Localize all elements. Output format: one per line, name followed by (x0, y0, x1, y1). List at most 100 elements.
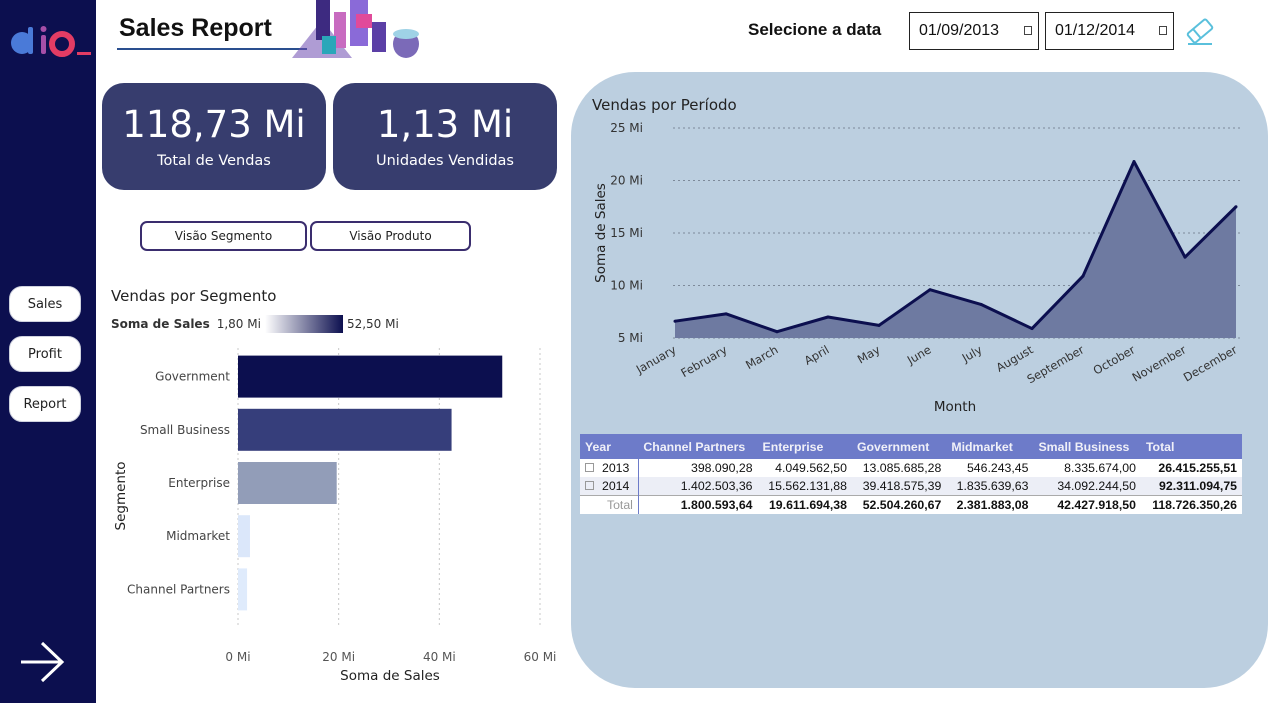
row-total-cell: 26.415.255,51 (1140, 459, 1242, 477)
y-tick-label: 15 Mi (610, 226, 643, 240)
table-total-cell: 42.427.918,50 (1033, 495, 1141, 514)
table-total-row: Total 1.800.593,64 19.611.694,38 52.504.… (580, 495, 1242, 514)
nav-report-button[interactable]: Report (9, 386, 81, 422)
period-area-chart: Vendas por Período 5 Mi 10 Mi 15 Mi 20 Mi 25 … (592, 96, 1243, 415)
end-date-value: 01/12/2014 (1055, 22, 1136, 39)
bar (238, 355, 503, 398)
y-category-label: Government (155, 370, 230, 384)
y-category-label: Small Business (140, 423, 230, 437)
sales-matrix-table: Year Channel Partners Enterprise Governm… (580, 434, 1242, 514)
x-tick-label: 20 Mi (322, 650, 355, 664)
table-cell: 13.085.685,28 (851, 459, 947, 477)
column-header[interactable]: Government (851, 434, 947, 459)
page-title: Sales Report (119, 14, 272, 42)
data-point (724, 312, 728, 316)
data-point (979, 302, 983, 306)
date-filter-label: Selecione a data (748, 20, 882, 39)
kpi-total-sales-card: 118,73 Mi Total de Vendas (102, 83, 326, 190)
table-cell: 546.243,45 (946, 459, 1034, 477)
x-tick-label: March (743, 342, 780, 372)
y-category-label: Midmarket (166, 529, 230, 543)
column-header[interactable]: Small Business (1033, 434, 1141, 459)
nav-sales-button[interactable]: Sales (9, 286, 81, 322)
table-cell: 34.092.244,50 (1033, 477, 1141, 496)
data-point (1030, 327, 1034, 331)
y-tick-label: 10 Mi (610, 279, 643, 293)
start-date-value: 01/09/2013 (919, 22, 1000, 39)
x-tick-label: 40 Mi (423, 650, 456, 664)
data-point (1132, 160, 1136, 164)
bar (238, 515, 250, 558)
nav-profit-button[interactable]: Profit (9, 336, 81, 372)
x-tick-label: July (959, 342, 985, 365)
eraser-icon[interactable] (1184, 16, 1216, 46)
x-tick-label: November (1130, 342, 1189, 384)
calendar-icon[interactable] (1024, 26, 1032, 35)
data-point (1234, 205, 1238, 209)
x-tick-label: February (678, 342, 729, 380)
legend-min: 1,80 Mi (216, 317, 261, 331)
expand-icon[interactable] (585, 481, 594, 491)
kpi-total-sales-value: 118,73 Mi (122, 103, 306, 146)
table-total-cell: 118.726.350,26 (1140, 495, 1242, 514)
data-point (1183, 255, 1187, 259)
y-axis-title: Segmento (113, 461, 129, 530)
legend-gradient (264, 315, 343, 333)
segment-chart-title: Vendas por Segmento (111, 287, 277, 305)
analytics-illustration (292, 0, 419, 58)
table-cell: 39.418.575,39 (851, 477, 947, 496)
data-point (775, 330, 779, 334)
y-tick-label: 20 Mi (610, 174, 643, 188)
data-point (826, 315, 830, 319)
table-cell: 1.835.639,63 (946, 477, 1034, 496)
x-tick-label: August (994, 342, 1036, 374)
table-total-cell: 19.611.694,38 (757, 495, 852, 514)
total-label: Total (580, 495, 639, 514)
y-category-label: Channel Partners (127, 582, 230, 596)
kpi-units-sold-value: 1,13 Mi (376, 103, 514, 146)
end-date-input[interactable]: 01/12/2014 (1045, 12, 1174, 50)
table-row: 2013 398.090,28 4.049.562,50 13.085.685,… (580, 459, 1242, 477)
calendar-icon[interactable] (1159, 26, 1167, 35)
period-chart-title: Vendas por Período (592, 96, 737, 114)
kpi-units-sold-card: 1,13 Mi Unidades Vendidas (333, 83, 557, 190)
x-tick-label: 60 Mi (524, 650, 557, 664)
x-axis-title: Month (934, 399, 976, 415)
y-tick-label: 25 Mi (610, 121, 643, 135)
data-point (928, 288, 932, 292)
area-fill (675, 161, 1236, 338)
table-total-cell: 1.800.593,64 (638, 495, 758, 514)
x-tick-label: 0 Mi (225, 650, 250, 664)
row-year: 2014 (602, 479, 630, 493)
bar (238, 408, 452, 451)
y-tick-label: 5 Mi (618, 331, 643, 345)
start-date-input[interactable]: 01/09/2013 (909, 12, 1039, 50)
column-header[interactable]: Year (580, 434, 639, 459)
column-header[interactable]: Midmarket (946, 434, 1034, 459)
bar (238, 568, 248, 611)
segment-view-button[interactable]: Visão Segmento (140, 221, 307, 251)
data-point (1081, 274, 1085, 278)
segment-bar-chart: 0 Mi 20 Mi 40 Mi 60 Mi Government Small Busin… (113, 348, 557, 684)
expand-icon[interactable] (585, 463, 594, 473)
title-underline (117, 48, 307, 50)
data-point (877, 323, 881, 327)
table-cell: 1.402.503,36 (638, 477, 758, 496)
data-point (673, 319, 677, 323)
column-header[interactable]: Enterprise (757, 434, 852, 459)
column-header[interactable]: Total (1140, 434, 1242, 459)
bar (238, 462, 337, 504)
x-tick-label: June (904, 342, 934, 367)
dio-logo (11, 26, 91, 57)
table-row: 2014 1.402.503,36 15.562.131,88 39.418.5… (580, 477, 1242, 496)
table-cell: 15.562.131,88 (757, 477, 852, 496)
y-axis-title: Soma de Sales (593, 183, 609, 283)
x-tick-label: April (802, 342, 832, 367)
arrow-right-icon[interactable] (18, 640, 66, 684)
y-category-label: Enterprise (168, 476, 230, 490)
table-total-cell: 2.381.883,08 (946, 495, 1034, 514)
legend-label: Soma de Sales (111, 317, 210, 331)
product-view-button[interactable]: Visão Produto (310, 221, 471, 251)
x-tick-label: January (633, 342, 679, 377)
column-header[interactable]: Channel Partners (638, 434, 758, 459)
